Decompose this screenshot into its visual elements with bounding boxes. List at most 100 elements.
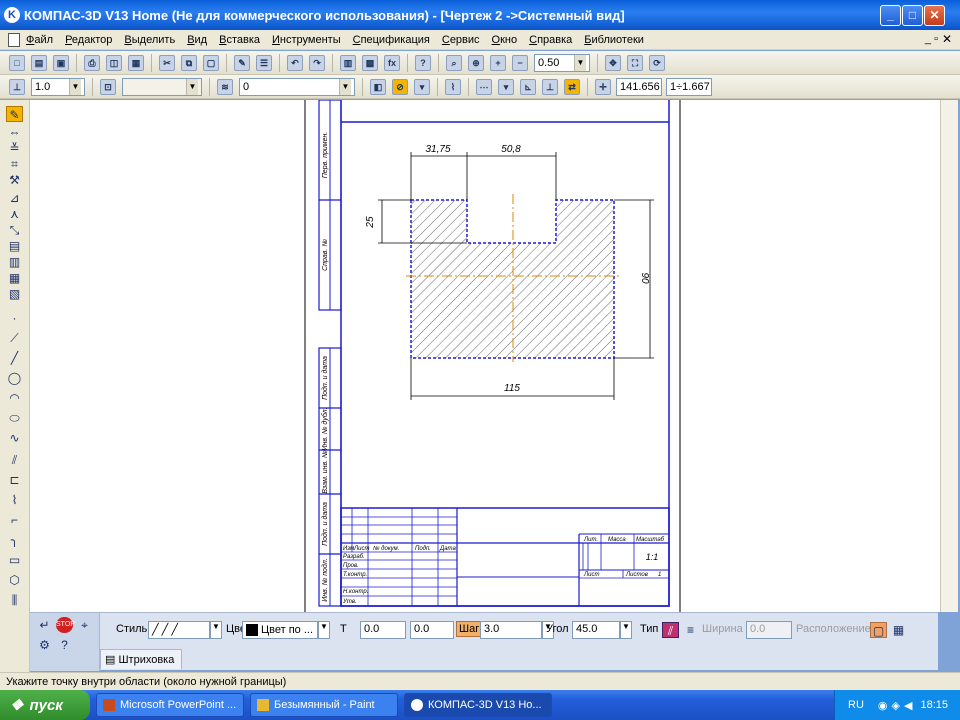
circle-icon[interactable]: ◯ [6, 370, 23, 386]
chamfer-icon[interactable]: ⌐ [6, 512, 23, 528]
grid-icon[interactable]: ⋯ [476, 78, 492, 95]
chevron-down-icon[interactable]: ▼ [186, 78, 198, 95]
manager-icon[interactable]: ▦ [128, 54, 144, 71]
open-file-icon[interactable]: ▤ [31, 54, 47, 71]
chevron-down-icon[interactable]: ▼ [210, 621, 222, 639]
position-icon[interactable]: ▢ [870, 622, 887, 638]
view-scale-combo[interactable]: 1.0 ▼ [31, 77, 85, 96]
spec-icon[interactable]: ▤ [6, 238, 23, 254]
fill-type-icon[interactable]: ≡ [682, 622, 699, 638]
tab-hatch[interactable]: ▤ Штриховка [100, 649, 182, 669]
help-icon[interactable]: ? [56, 637, 73, 653]
menu-file[interactable]: Файл [26, 34, 53, 46]
insert-icon[interactable]: ▦ [6, 270, 23, 286]
local-cs-icon[interactable]: ⊥ [9, 78, 25, 95]
menu-specification[interactable]: Спецификация [353, 34, 430, 46]
fillet-icon[interactable]: ╮ [6, 532, 23, 548]
view-combo[interactable]: ▼ [122, 77, 202, 96]
preview-icon[interactable]: ◫ [106, 54, 122, 71]
print-icon[interactable]: ⎙ [84, 54, 100, 71]
ortho-mode-icon[interactable]: ⊥ [542, 78, 558, 95]
color-state-icon[interactable]: ◧ [370, 78, 386, 95]
aux-line-icon[interactable]: ⟋ [6, 330, 23, 346]
measure-icon[interactable]: ⊿ [6, 190, 23, 206]
chevron-down-icon[interactable]: ▼ [339, 78, 351, 95]
chevron-down-icon[interactable]: ▼ [318, 621, 330, 639]
task-paint[interactable]: Безымянный - Paint [250, 693, 398, 717]
rectangle-icon[interactable]: ▭ [6, 552, 23, 568]
ellipse-icon[interactable]: ⬭ [6, 410, 23, 426]
maximize-button[interactable]: □ [902, 5, 923, 26]
style-field[interactable]: ╱ ╱ ╱ [148, 621, 210, 639]
options-icon[interactable]: ⚙ [36, 637, 53, 653]
layer-combo[interactable]: 0 ▼ [239, 77, 355, 96]
coord-y-field[interactable]: 1÷1.667 [666, 77, 712, 96]
symbols-icon[interactable]: ≚ [6, 140, 23, 156]
task-powerpoint[interactable]: Microsoft PowerPoint ... [96, 693, 244, 717]
dimensions-icon[interactable]: ⇔ [6, 124, 23, 140]
zoom-window-icon[interactable]: ⌕ [446, 54, 462, 71]
segment-icon[interactable]: ╱ [6, 350, 23, 366]
redo-icon[interactable]: ↷ [309, 54, 325, 71]
association-icon[interactable]: ⤡ [6, 222, 23, 238]
task-kompas[interactable]: КОМПАС-3D V13 Ho... [404, 693, 552, 717]
menu-insert[interactable]: Вставка [219, 34, 260, 46]
show-all-icon[interactable]: ⛶ [627, 54, 643, 71]
doc-minimize-button[interactable]: _ ▫ [925, 33, 938, 45]
pattern-icon[interactable]: ⫼ [6, 592, 23, 608]
menu-view[interactable]: Вид [187, 34, 207, 46]
format-painter-icon[interactable]: ✎ [234, 54, 250, 71]
stop-icon[interactable]: STOP [56, 617, 75, 633]
position-alt-icon[interactable]: ▦ [890, 622, 907, 638]
menu-select[interactable]: Выделить [124, 34, 175, 46]
parametrization-icon[interactable]: ⚒ [6, 172, 23, 188]
help-icon[interactable]: ? [415, 54, 431, 71]
network-icon[interactable]: ◉ [878, 699, 888, 712]
cs-icon[interactable]: ⊾ [520, 78, 536, 95]
minimize-button[interactable]: _ [880, 5, 901, 26]
angle-field[interactable]: 45.0 [572, 621, 620, 639]
copy-icon[interactable]: ⧉ [181, 54, 197, 71]
start-button[interactable]: ❖ пуск [0, 690, 90, 720]
variables-icon[interactable]: ▩ [362, 54, 378, 71]
cut-icon[interactable]: ✂ [159, 54, 175, 71]
paste-icon[interactable]: ▢ [203, 54, 219, 71]
refresh-icon[interactable]: ⟳ [649, 54, 665, 71]
zoom-dynamic-icon[interactable]: ⊕ [468, 54, 484, 71]
t-field-2[interactable]: 0.0 [410, 621, 454, 639]
properties-icon[interactable]: ☰ [256, 54, 272, 71]
contour-icon[interactable]: ⊏ [6, 472, 23, 488]
menu-window[interactable]: Окно [492, 34, 518, 46]
volume-icon[interactable]: ◀ [904, 699, 912, 712]
step-field[interactable]: 3.0 [480, 621, 542, 639]
chevron-down-icon[interactable]: ▼ [620, 621, 632, 639]
vertical-scrollbar[interactable] [940, 100, 958, 612]
lib-icon[interactable]: ▧ [6, 286, 23, 302]
reports-icon[interactable]: ▥ [6, 254, 23, 270]
polyline-icon[interactable]: ⌇ [6, 492, 23, 508]
geometry-icon[interactable]: ✎ [6, 106, 23, 122]
menu-service[interactable]: Сервис [442, 34, 480, 46]
snap-bind-icon[interactable]: ⇄ [564, 78, 580, 95]
doc-close-button[interactable]: ✕ [942, 32, 952, 46]
polygon-icon[interactable]: ⬡ [6, 572, 23, 588]
hatch-type-icon[interactable]: ⫽ [662, 622, 679, 638]
undo-icon[interactable]: ↶ [287, 54, 303, 71]
enter-icon[interactable]: ↵ [36, 617, 53, 633]
point-icon[interactable]: · [6, 310, 23, 326]
layer-icon[interactable]: ≋ [217, 78, 233, 95]
select-icon[interactable]: ⋏ [6, 206, 23, 222]
hatch-icon[interactable]: ⫽ [6, 452, 23, 468]
pin-icon[interactable]: ⌖ [76, 617, 93, 633]
pan-icon[interactable]: ✥ [605, 54, 621, 71]
t-field[interactable]: 0.0 [360, 621, 406, 639]
drawing-canvas[interactable]: Перв. примен. Справ. № Подп. и дата Инв.… [30, 97, 940, 612]
tree-icon[interactable]: ▥ [340, 54, 356, 71]
chevron-down-icon[interactable]: ▼ [574, 54, 586, 71]
close-button[interactable]: ✕ [924, 5, 945, 26]
save-icon[interactable]: ▣ [53, 54, 69, 71]
menu-edit[interactable]: Редактор [65, 34, 112, 46]
snap-dropdown-icon[interactable]: ▾ [414, 78, 430, 95]
menu-tools[interactable]: Инструменты [272, 34, 341, 46]
zoom-out-icon[interactable]: − [512, 54, 528, 71]
